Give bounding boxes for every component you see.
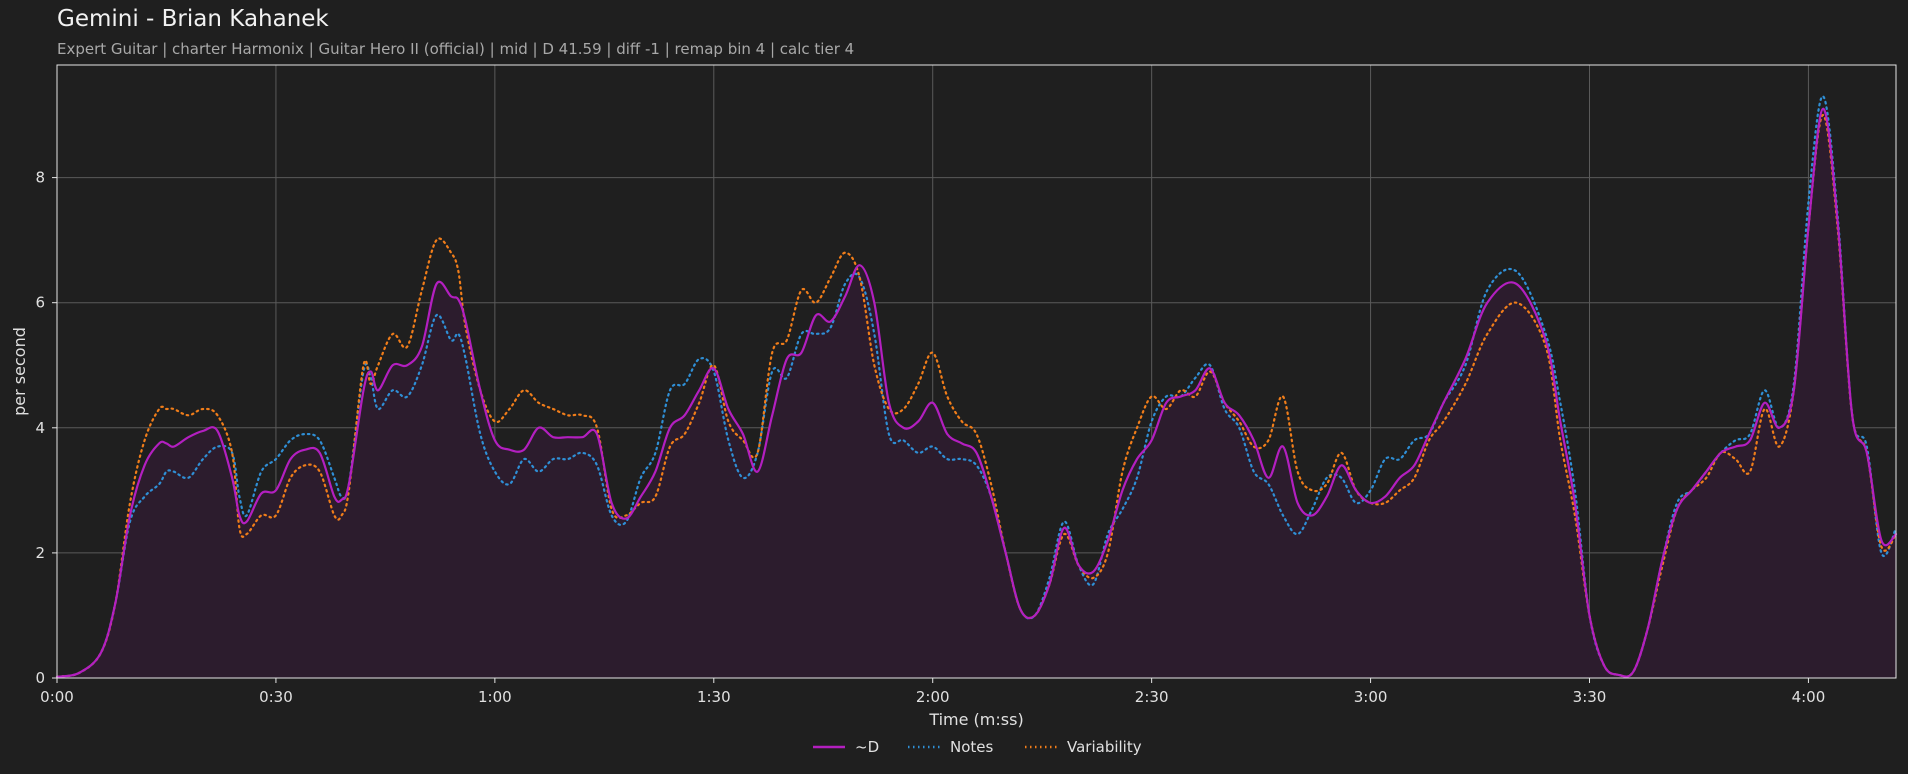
y-tick-label: 2 [35,544,45,562]
x-tick-label: 2:00 [916,688,950,706]
legend-label-d: ~D [855,738,879,756]
y-tick-label: 8 [35,169,45,187]
y-tick-label: 4 [35,419,45,437]
x-tick-label: 0:00 [40,688,74,706]
chart-figure: Gemini - Brian Kahanek Expert Guitar | c… [0,0,1908,774]
chart-canvas: 0:00 0:30 1:00 1:30 2:00 2:30 3:00 3:30 4:00 0 2 4 6… [10,64,1898,756]
x-tick-label: 0:30 [259,688,293,706]
legend-label-variability: Variability [1067,738,1142,756]
x-tick-label: 1:00 [478,688,512,706]
d-area-fill [57,108,1896,678]
legend: ~D Notes Variability [813,738,1142,756]
x-tick-label: 4:00 [1792,688,1826,706]
x-tick-label: 2:30 [1135,688,1169,706]
x-axis-label: Time (m:ss) [928,710,1023,729]
legend-label-notes: Notes [950,738,994,756]
x-tick-label: 1:30 [697,688,731,706]
x-tick-label: 3:00 [1354,688,1388,706]
y-tick-label: 6 [35,294,45,312]
x-tick-label: 3:30 [1573,688,1607,706]
y-tick-label: 0 [35,669,45,687]
area-fill [57,108,1896,678]
y-axis-label: per second [10,327,29,416]
